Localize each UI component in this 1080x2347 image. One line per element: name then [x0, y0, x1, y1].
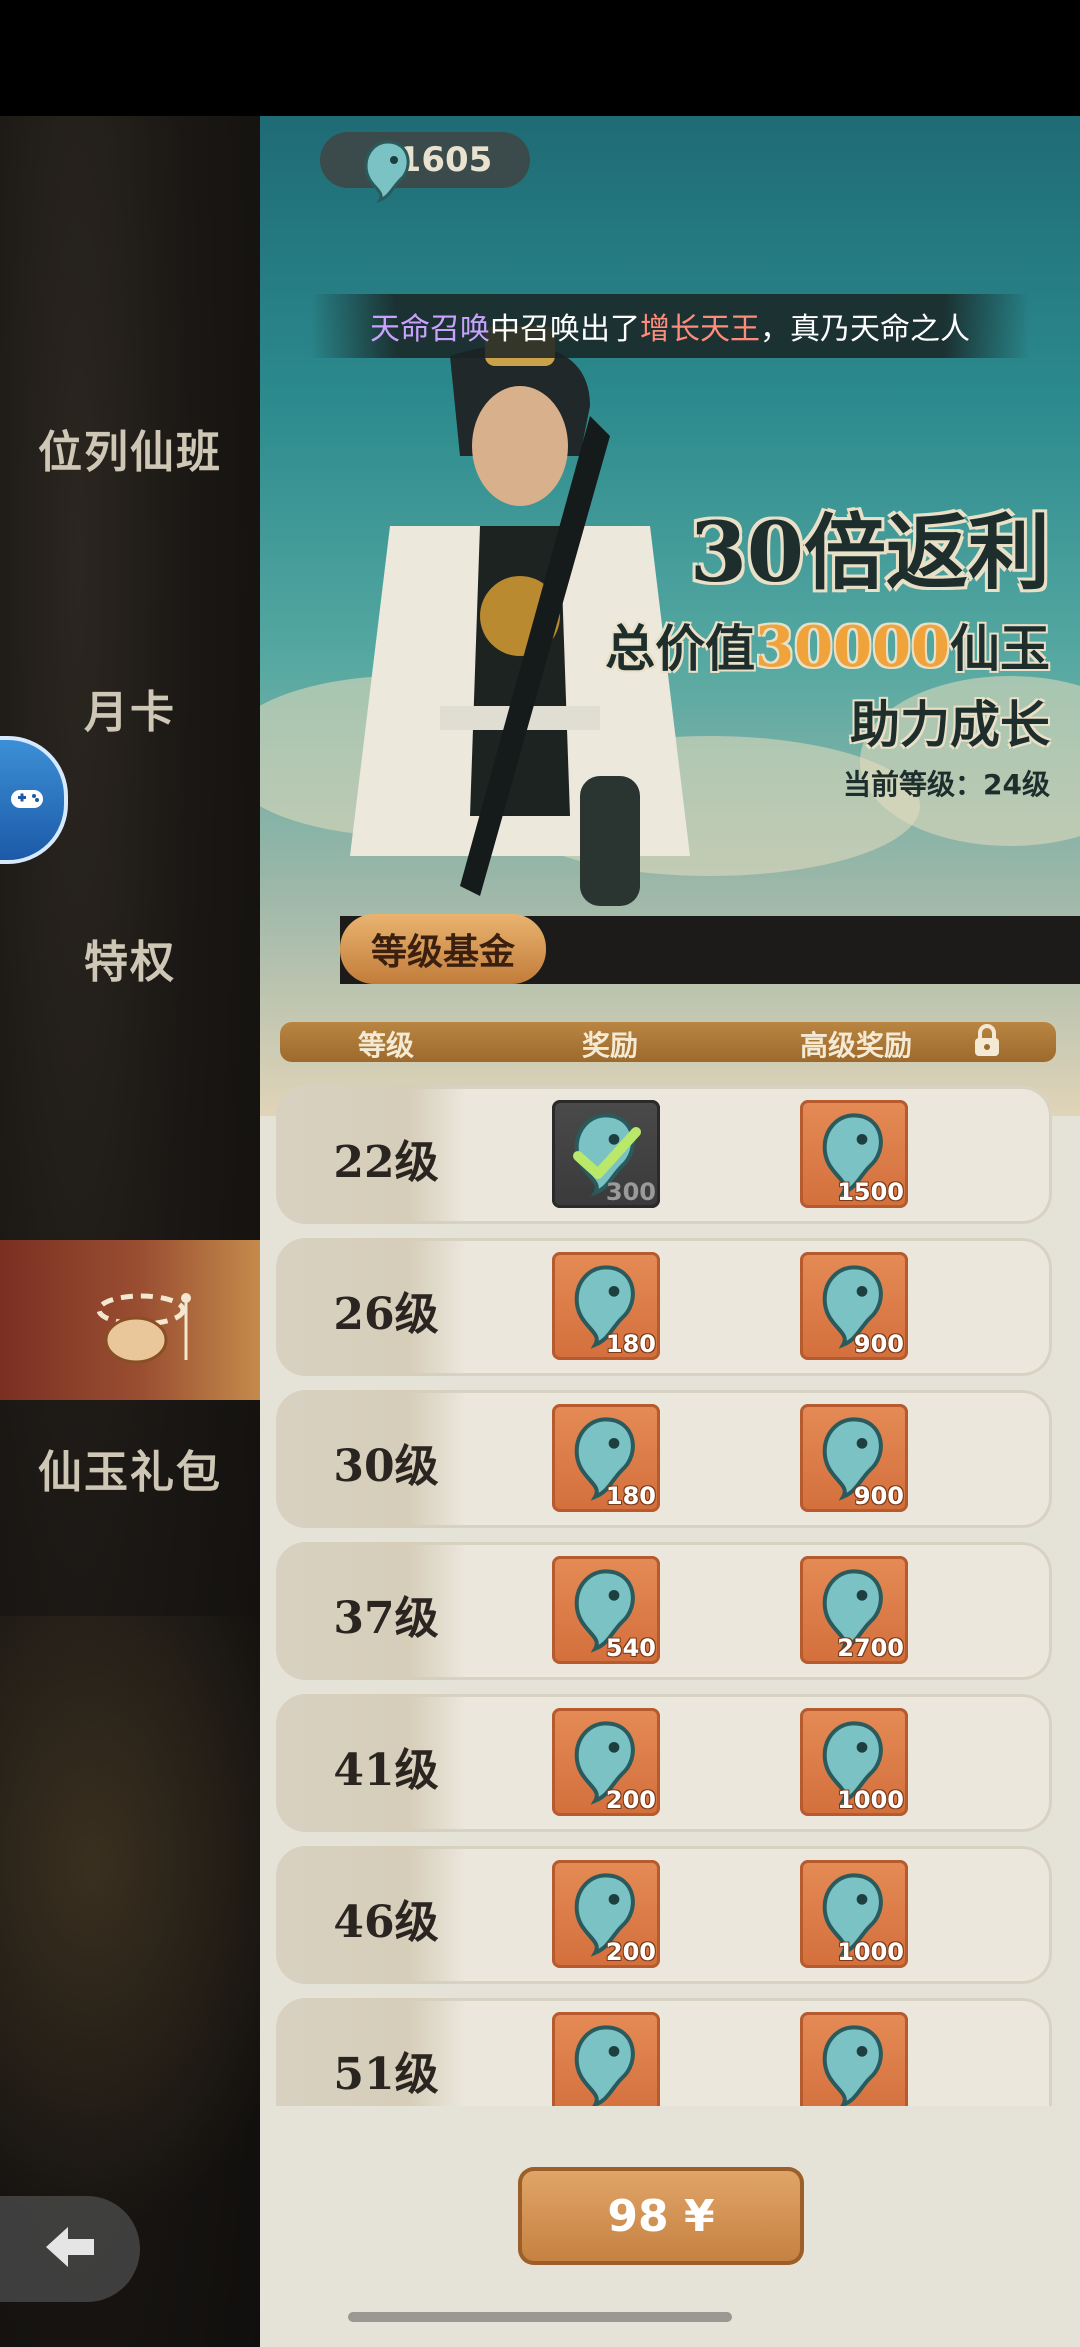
row-level: 22级: [333, 1137, 439, 1188]
reward-item[interactable]: 200: [552, 1708, 660, 1816]
tab-level-fund[interactable]: 等级基金: [340, 914, 546, 984]
reward-count: 540: [605, 1634, 656, 1662]
reward-count: 180: [605, 1482, 656, 1510]
sidebar-item-growth-fund[interactable]: [0, 1240, 260, 1400]
sidebar-item-immortal-rank[interactable]: 位列仙班: [0, 416, 260, 480]
table-header: 等级 奖励 高级奖励: [280, 1022, 1056, 1062]
table-row: 46级 200 1000: [276, 1846, 1052, 1984]
buy-button-label: 98 ¥: [607, 2190, 715, 2242]
banner-headline: 30倍返利 总价值30000仙玉 助力成长 当前等级：24级: [560, 486, 1080, 803]
reward-item[interactable]: 180: [552, 1252, 660, 1360]
headline-total: 总价值30000仙玉: [560, 609, 1050, 681]
table-row: 41级 200 1000: [276, 1694, 1052, 1832]
table-row: 51级: [276, 1998, 1052, 2106]
ticker-highlight: 增长天王: [640, 312, 760, 347]
premium-reward-count: 1500: [837, 1178, 904, 1206]
premium-reward-count: 900: [853, 1330, 904, 1358]
header-level: 等级: [358, 1029, 415, 1062]
currency-display: 1605: [320, 132, 530, 204]
premium-reward-item[interactable]: 900: [800, 1404, 908, 1512]
reward-count: 300: [605, 1178, 656, 1206]
premium-reward-item[interactable]: 2700: [800, 1556, 908, 1664]
main-panel: 1605 天命召唤 中召唤出了 增长天王 ，真乃天命之人 30倍返利 总价值30000…: [260, 116, 1080, 2347]
reward-count: 200: [605, 1938, 656, 1966]
sidebar-item-monthly-card[interactable]: 月卡: [0, 676, 260, 740]
row-level: 26级: [333, 1289, 439, 1340]
table-row: 30级 180 900: [276, 1390, 1052, 1528]
total-suffix: 仙玉: [950, 619, 1050, 678]
current-level: 当前等级：24级: [843, 768, 1050, 801]
sidebar-item-jade-pack[interactable]: 仙玉礼包: [0, 1436, 260, 1500]
tab-label: 等级基金: [370, 931, 515, 973]
home-indicator[interactable]: [348, 2312, 732, 2322]
table-row: 37级 540 2700: [276, 1542, 1052, 1680]
row-level: 46级: [333, 1897, 439, 1948]
row-level: 41级: [333, 1745, 439, 1796]
total-prefix: 总价值: [605, 619, 756, 678]
table-row: 26级 180 900: [276, 1238, 1052, 1376]
premium-reward-count: 900: [853, 1482, 904, 1510]
premium-reward-item[interactable]: [800, 2012, 908, 2106]
reward-item[interactable]: [552, 2012, 660, 2106]
reward-item[interactable]: 200: [552, 1860, 660, 1968]
premium-reward-item[interactable]: 1000: [800, 1860, 908, 1968]
row-level: 51级: [333, 2049, 439, 2100]
sidebar-item-label: 月卡: [84, 687, 176, 738]
ticker-text: 中召唤出了: [490, 312, 640, 347]
sidebar-item-label: 位列仙班: [38, 427, 222, 478]
sidebar-item-privilege[interactable]: 特权: [0, 926, 260, 990]
growth-fund-icon: [86, 1270, 196, 1380]
reward-list[interactable]: 22级 300 1500 26级 180 900 30级 180 900 37级 540 2700 41…: [276, 1086, 1066, 2106]
gamepad-icon: [7, 778, 47, 822]
spirit-jade-icon: [360, 138, 416, 213]
premium-reward-item[interactable]: 1500: [800, 1100, 908, 1208]
sidebar-item-label: 仙玉礼包: [38, 1447, 222, 1498]
ticker-text: ，真乃天命之人: [760, 312, 970, 347]
table-row: 22级 300 1500: [276, 1086, 1052, 1224]
back-button[interactable]: [0, 2196, 140, 2302]
lock-icon: [970, 1022, 1004, 1067]
reward-item[interactable]: 300: [552, 1100, 660, 1208]
header-reward: 奖励: [582, 1029, 639, 1062]
premium-reward-count: 1000: [837, 1938, 904, 1966]
arrow-left-icon: [42, 2223, 98, 2275]
sidebar: 位列仙班 月卡 特权 仙玉礼包: [0, 116, 260, 2347]
reward-item[interactable]: 540: [552, 1556, 660, 1664]
premium-reward-count: 1000: [837, 1786, 904, 1814]
premium-reward-count: 2700: [837, 1634, 904, 1662]
reward-item[interactable]: 180: [552, 1404, 660, 1512]
row-level: 30级: [333, 1441, 439, 1492]
headline-slogan: 助力成长: [850, 695, 1050, 754]
premium-reward-item[interactable]: 900: [800, 1252, 908, 1360]
buy-button[interactable]: 98 ¥: [518, 2167, 804, 2265]
status-bar: [0, 0, 1080, 116]
total-value: 30000: [755, 614, 950, 680]
headline-title: 30倍返利: [689, 505, 1050, 601]
announcement-ticker: 天命召唤 中召唤出了 增长天王 ，真乃天命之人: [310, 294, 1030, 358]
row-level: 37级: [333, 1593, 439, 1644]
sidebar-item-label: 特权: [84, 937, 176, 988]
ticker-highlight: 天命召唤: [370, 312, 490, 347]
reward-count: 180: [605, 1330, 656, 1358]
reward-count: 200: [605, 1786, 656, 1814]
header-premium-reward: 高级奖励: [800, 1029, 913, 1062]
premium-reward-item[interactable]: 1000: [800, 1708, 908, 1816]
